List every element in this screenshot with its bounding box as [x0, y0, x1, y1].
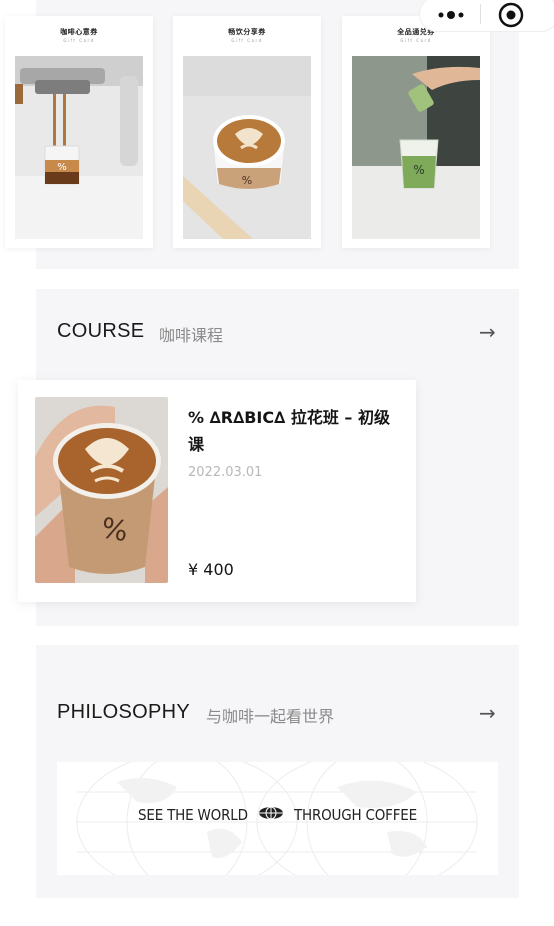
- gift-card-title: 畅饮分享券: [228, 28, 266, 36]
- gift-card-coffee[interactable]: 咖啡心意券 Gift Card %: [5, 16, 153, 248]
- svg-text:%: %: [242, 174, 252, 187]
- espresso-machine-photo: %: [15, 56, 143, 239]
- gift-card-title: 咖啡心意券: [60, 28, 98, 36]
- gift-card-all[interactable]: 全品通兑券 Gift Card %: [342, 16, 490, 248]
- course-card[interactable]: % % ∆R∆BIC∆ 拉花班 – 初级课 2022.03.01 ¥ 400: [18, 380, 416, 602]
- philosophy-more-arrow-icon[interactable]: →: [479, 701, 496, 725]
- gift-card-subtitle: Gift Card: [400, 38, 432, 43]
- globe-icon: [258, 806, 284, 824]
- latte-art-photo: %: [35, 397, 168, 583]
- more-dots-icon[interactable]: [436, 7, 468, 21]
- svg-text:%: %: [57, 162, 67, 173]
- svg-text:%: %: [413, 163, 424, 177]
- matcha-drink-photo: %: [352, 56, 480, 239]
- miniprogram-capsule: [419, 0, 554, 32]
- course-date: 2022.03.01: [188, 465, 263, 480]
- philosophy-subheading: 与咖啡一起看世界: [206, 707, 335, 726]
- banner-slogan: SEE THE WORLD THROUGH COFFEE: [57, 805, 498, 824]
- capsule-divider: [480, 4, 481, 24]
- course-subheading: 咖啡课程: [159, 326, 224, 345]
- banner-text-left: SEE THE WORLD: [138, 805, 248, 824]
- svg-text:%: %: [99, 511, 131, 548]
- philosophy-banner[interactable]: SEE THE WORLD THROUGH COFFEE: [57, 762, 498, 875]
- latte-cup-photo: %: [183, 56, 311, 239]
- course-price: ¥ 400: [188, 560, 234, 579]
- philosophy-heading: PHILOSOPHY: [57, 701, 191, 723]
- target-close-icon[interactable]: [497, 1, 525, 29]
- banner-text-right: THROUGH COFFEE: [293, 805, 417, 824]
- course-heading: COURSE: [57, 320, 145, 342]
- gift-card-subtitle: Gift Card: [231, 38, 263, 43]
- gift-card-share[interactable]: 畅饮分享券 Gift Card %: [173, 16, 321, 248]
- course-name: % ∆R∆BIC∆ 拉花班 – 初级课: [188, 408, 390, 454]
- gift-card-subtitle: Gift Card: [63, 38, 95, 43]
- course-more-arrow-icon[interactable]: →: [479, 320, 496, 344]
